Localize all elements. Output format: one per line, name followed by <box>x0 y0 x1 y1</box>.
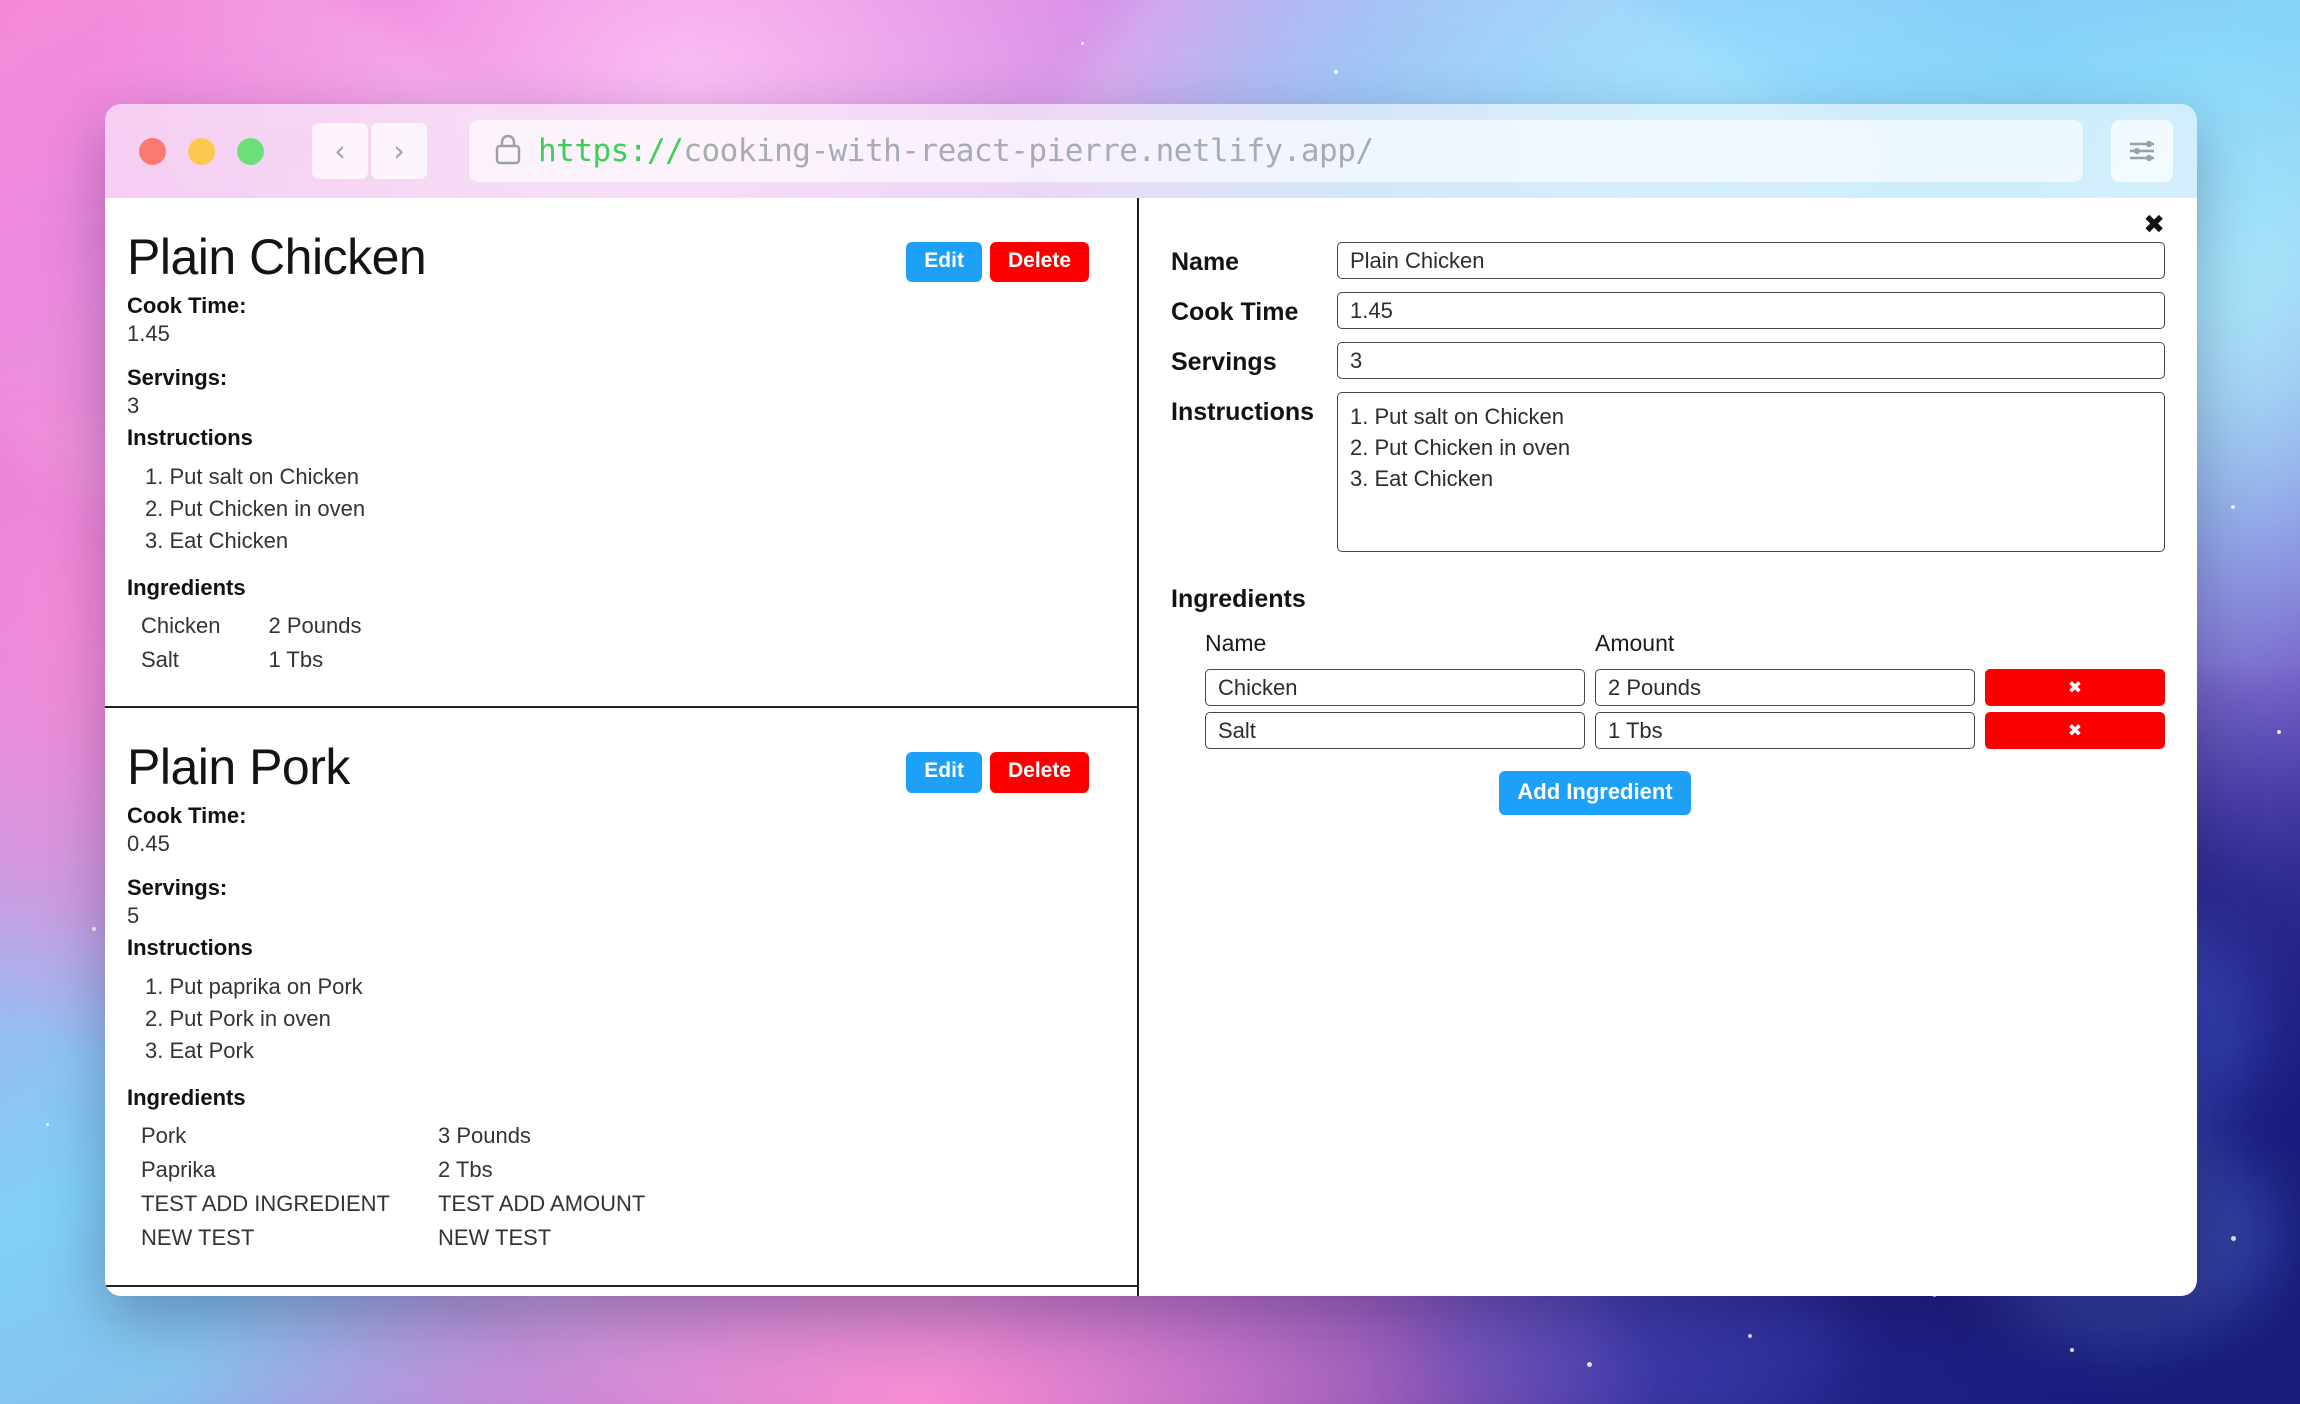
ingredient-amount: 2 Tbs <box>437 1157 493 1183</box>
instructions-textarea[interactable]: 1. Put salt on Chicken 2. Put Chicken in… <box>1337 392 2165 552</box>
ingredient-amount: NEW TEST <box>437 1224 552 1250</box>
ingredient-amount: 2 Pounds <box>268 612 362 638</box>
ingredient-name: Chicken <box>141 612 221 638</box>
recipe-edit-panel: ✖ Name Cook Time Servings Instructions 1… <box>1139 198 2197 1296</box>
table-row: Pork 3 Pounds <box>123 1119 645 1153</box>
instruction-item: 3. Eat Chicken <box>145 527 289 553</box>
instructions-list: 1. Put paprika on Pork 2. Put Pork in ov… <box>123 971 1089 1067</box>
instruction-item: 1. Put salt on Chicken <box>145 464 360 489</box>
recipe-actions: Edit Delete <box>906 228 1089 283</box>
instruction-item: 2. Put Chicken in oven <box>145 495 366 521</box>
navigation-buttons: ‹ › <box>312 123 427 179</box>
ingredients-table: Pork 3 Pounds Paprika 2 Tbs TEST ADD ING… <box>123 1119 645 1255</box>
ingredients-heading: Ingredients <box>1171 585 1306 613</box>
servings-input[interactable] <box>1337 342 2165 379</box>
ingredient-name-input[interactable] <box>1205 669 1585 706</box>
recipe-actions: Edit Delete <box>906 738 1089 793</box>
ingredient-amount: TEST ADD AMOUNT <box>437 1190 646 1216</box>
ingredient-name: Pork <box>141 1123 187 1149</box>
cook-time-label: Cook Time: <box>127 293 247 318</box>
recipe-card: Plain Chicken Edit Delete Cook Time: 1.4… <box>105 198 1137 709</box>
remove-ingredient-button[interactable]: ✖ <box>1985 669 2165 706</box>
instruction-item: 2. Put Pork in oven <box>145 1006 331 1032</box>
add-ingredient-button[interactable]: Add Ingredient <box>1499 771 1691 815</box>
ingredients-table: Chicken 2 Pounds Salt 1 Tbs <box>123 609 361 677</box>
url-scheme: https:// <box>538 133 684 169</box>
ingredient-name: TEST ADD INGREDIENT <box>141 1190 390 1216</box>
ingredients-grid: Name Amount ✖ ✖ <box>1205 630 2165 749</box>
instruction-item: 3. Eat Pork <box>145 1038 254 1064</box>
cook-time-input[interactable] <box>1337 292 2165 329</box>
servings-value: 3 <box>127 393 140 418</box>
recipe-title: Plain Pork <box>127 739 350 796</box>
maximize-window-button[interactable] <box>237 137 264 165</box>
recipe-edit-form: Name Cook Time Servings Instructions 1. … <box>1171 242 2165 552</box>
instructions-label: Instructions <box>127 935 253 961</box>
ingredient-amount-column-header: Amount <box>1595 630 1675 656</box>
remove-ingredient-button[interactable]: ✖ <box>1985 712 2165 749</box>
browser-window: ‹ › https://cooking-with-react-pierre.ne… <box>105 104 2197 1296</box>
settings-sliders-icon[interactable] <box>2111 120 2173 182</box>
ingredient-name: Paprika <box>141 1157 216 1183</box>
ingredient-name: Salt <box>141 646 179 672</box>
browser-titlebar: ‹ › https://cooking-with-react-pierre.ne… <box>105 104 2197 198</box>
page-content: Plain Chicken Edit Delete Cook Time: 1.4… <box>105 198 2197 1296</box>
add-ingredient-container: Add Ingredient <box>1205 749 1985 815</box>
table-row: TEST ADD INGREDIENT TEST ADD AMOUNT <box>123 1187 645 1221</box>
ingredient-name-input[interactable] <box>1205 712 1585 749</box>
instructions-label: Instructions <box>127 425 253 450</box>
cook-time-label: Cook Time: <box>127 803 247 829</box>
instructions-list: 1. Put salt on Chicken 2. Put Chicken in… <box>123 461 1089 557</box>
table-row: Salt 1 Tbs <box>123 643 361 677</box>
servings-label: Servings: <box>127 875 228 901</box>
servings-value: 5 <box>127 903 140 929</box>
add-recipe-container: Add Recipe <box>105 1287 1137 1296</box>
ingredient-name: NEW TEST <box>141 1224 255 1250</box>
cook-time-value: 0.45 <box>127 831 170 857</box>
close-window-button[interactable] <box>139 137 166 165</box>
delete-recipe-button[interactable]: Delete <box>989 752 1089 793</box>
url-host-path: cooking-with-react-pierre.netlify.app/ <box>683 133 1374 169</box>
table-row: Paprika 2 Tbs <box>123 1153 645 1187</box>
table-row: NEW TEST NEW TEST <box>123 1221 645 1255</box>
cook-time-label: Cook Time <box>1171 298 1299 326</box>
back-icon[interactable]: ‹ <box>312 123 368 179</box>
recipe-card: Plain Pork Edit Delete Cook Time: 0.45 S… <box>105 708 1137 1287</box>
window-controls <box>139 137 264 165</box>
recipe-header: Plain Chicken Edit Delete <box>123 228 1089 287</box>
forward-icon[interactable]: › <box>371 123 427 179</box>
delete-recipe-button[interactable]: Delete <box>989 242 1089 283</box>
ingredient-amount: 1 Tbs <box>268 646 324 672</box>
name-label: Name <box>1171 248 1240 276</box>
ingredient-amount-input[interactable] <box>1595 712 1975 749</box>
close-icon[interactable]: ✖ <box>2143 212 2165 238</box>
table-row: Chicken 2 Pounds <box>123 609 361 643</box>
url-text: https://cooking-with-react-pierre.netlif… <box>538 133 1374 169</box>
name-input[interactable] <box>1337 242 2165 279</box>
ingredient-amount-input[interactable] <box>1595 669 1975 706</box>
cook-time-value: 1.45 <box>127 321 170 346</box>
recipe-title: Plain Chicken <box>127 229 427 285</box>
servings-label: Servings <box>1171 348 1277 376</box>
edit-recipe-button[interactable]: Edit <box>906 242 982 283</box>
ingredients-label: Ingredients <box>127 574 246 600</box>
minimize-window-button[interactable] <box>188 137 215 165</box>
instructions-label: Instructions <box>1171 398 1315 426</box>
ingredient-name-column-header: Name <box>1205 630 1267 656</box>
lock-icon <box>495 133 521 170</box>
ingredient-amount: 3 Pounds <box>437 1123 531 1149</box>
instruction-item: 1. Put paprika on Pork <box>145 974 363 1000</box>
edit-recipe-button[interactable]: Edit <box>906 752 982 793</box>
recipe-header: Plain Pork Edit Delete <box>123 738 1089 797</box>
recipe-list: Plain Chicken Edit Delete Cook Time: 1.4… <box>105 198 1139 1296</box>
url-bar[interactable]: https://cooking-with-react-pierre.netlif… <box>469 120 2083 182</box>
ingredients-label: Ingredients <box>127 1085 246 1111</box>
ingredients-editor: Name Amount ✖ ✖ Ad <box>1171 630 2165 815</box>
servings-label: Servings: <box>127 365 228 390</box>
